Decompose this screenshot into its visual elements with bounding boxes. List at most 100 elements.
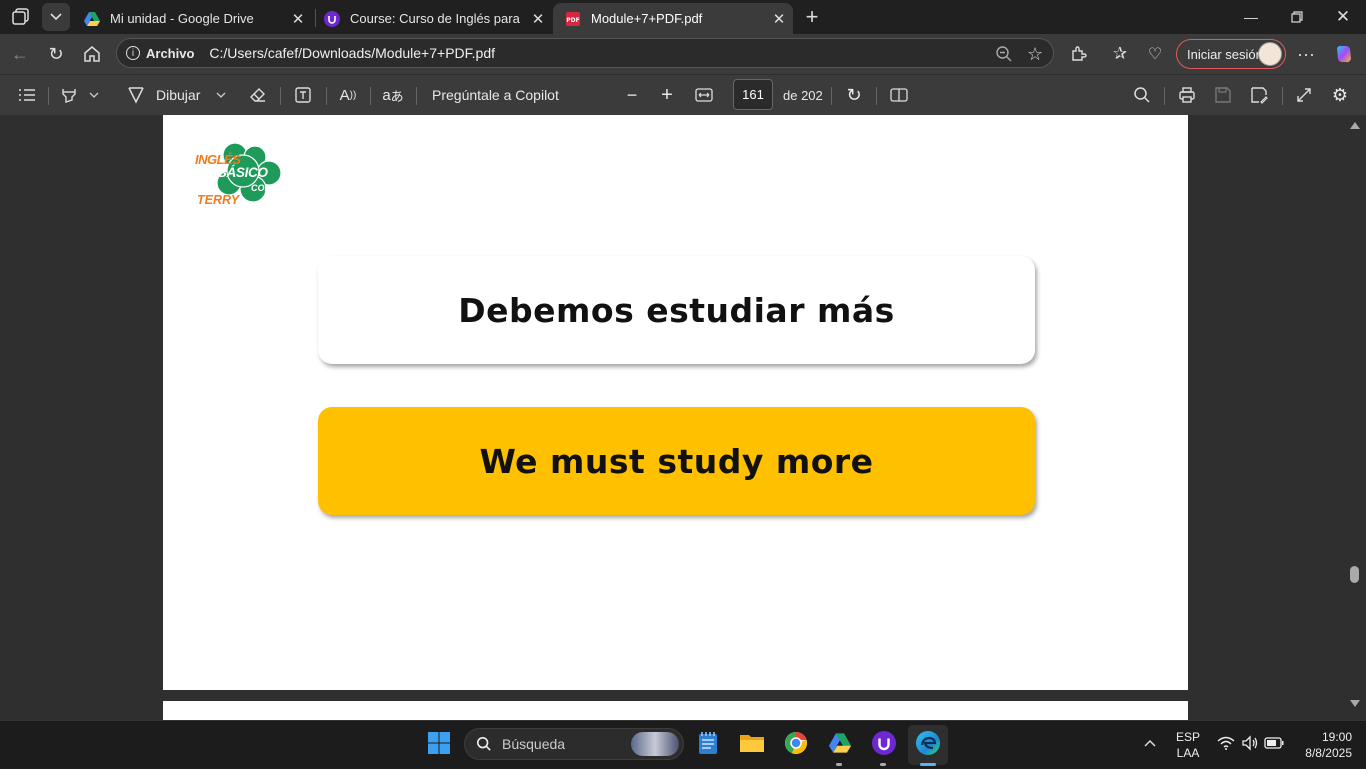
pdf-viewer[interactable]: INGLÉS BÁSICO CON TERRY Debemos estudiar… xyxy=(0,115,1366,720)
more-icon[interactable]: ··· xyxy=(1291,40,1321,68)
search-icon[interactable] xyxy=(1131,83,1153,107)
logo-word-2: BÁSICO xyxy=(217,165,268,180)
favorites-icon[interactable]: ✰ xyxy=(1105,40,1135,68)
english-phrase: We must study more xyxy=(479,441,874,481)
scroll-up-icon[interactable] xyxy=(1350,122,1360,129)
contents-list-icon[interactable] xyxy=(14,83,40,107)
tab-title: Module+7+PDF.pdf xyxy=(591,11,703,26)
address-scheme-label: Archivo xyxy=(146,45,195,61)
running-indicator xyxy=(880,763,886,766)
read-aloud-icon[interactable]: A)) xyxy=(337,83,359,107)
translate-icon[interactable]: aあ xyxy=(381,83,405,107)
search-placeholder: Búsqueda xyxy=(502,736,566,752)
english-phrase-card: We must study more xyxy=(318,407,1035,515)
draw-icon xyxy=(128,87,144,104)
chevron-down-icon[interactable] xyxy=(86,83,102,107)
udemy-icon xyxy=(324,10,340,27)
tab-actions-chevron-icon[interactable] xyxy=(42,3,70,31)
tab-title: Mi unidad - Google Drive xyxy=(110,11,254,26)
close-icon[interactable]: ✕ xyxy=(765,10,793,28)
restore-icon[interactable] xyxy=(1274,0,1320,34)
workspaces-icon[interactable] xyxy=(10,6,34,28)
tab-google-drive[interactable]: Mi unidad - Google Drive ✕ xyxy=(72,3,312,34)
show-hidden-icons-chevron[interactable] xyxy=(1136,729,1164,757)
chevron-down-icon[interactable] xyxy=(213,83,229,107)
file-explorer-icon[interactable] xyxy=(738,729,766,757)
fit-width-icon[interactable] xyxy=(693,83,715,107)
notepad-icon[interactable] xyxy=(694,729,722,757)
tab-pdf[interactable]: PDF Module+7+PDF.pdf ✕ xyxy=(553,3,793,34)
tab-strip: Mi unidad - Google Drive ✕ Course: Curso… xyxy=(0,0,1366,34)
save-as-icon[interactable] xyxy=(1248,83,1270,107)
language-code: ESP xyxy=(1175,730,1200,744)
draw-button[interactable]: Dibujar xyxy=(126,83,206,107)
window-close-icon[interactable]: ✕ xyxy=(1320,0,1366,34)
clock[interactable]: 19:00 8/8/2025 xyxy=(1294,721,1352,769)
back-icon[interactable]: ← xyxy=(5,40,35,68)
taskbar-search[interactable]: Búsqueda xyxy=(464,728,684,760)
google-chrome-icon[interactable] xyxy=(782,729,810,757)
scroll-down-icon[interactable] xyxy=(1350,700,1360,707)
pdf-toolbar: Dibujar A)) aあ Pregúntale a Copilot − + … xyxy=(0,74,1366,115)
draw-label: Dibujar xyxy=(156,87,201,103)
favorite-star-icon[interactable]: ☆ xyxy=(1027,44,1043,65)
info-icon[interactable]: i xyxy=(126,46,140,60)
google-drive-icon xyxy=(84,11,100,26)
print-icon[interactable] xyxy=(1176,83,1198,107)
ask-copilot-button[interactable]: Pregúntale a Copilot xyxy=(432,83,559,107)
svg-text:PDF: PDF xyxy=(566,17,579,24)
tab-course[interactable]: Course: Curso de Inglés para principiant… xyxy=(312,3,552,34)
new-tab-icon[interactable]: + xyxy=(800,4,824,29)
search-icon xyxy=(476,736,491,751)
clock-time: 19:00 xyxy=(1321,730,1352,744)
sign-in-button[interactable]: Iniciar sesión xyxy=(1176,39,1286,69)
spanish-phrase-card: Debemos estudiar más xyxy=(318,256,1035,364)
pdf-icon: PDF xyxy=(566,11,580,26)
page-total: de 202 xyxy=(783,83,823,107)
fullscreen-icon[interactable] xyxy=(1293,83,1315,107)
zoom-in-button[interactable]: + xyxy=(657,83,677,107)
address-url[interactable]: C:/Users/cafef/Downloads/Module+7+PDF.pd… xyxy=(209,45,495,61)
rotate-icon[interactable]: ↻ xyxy=(843,83,865,107)
save-icon[interactable] xyxy=(1212,83,1234,107)
scroll-thumb[interactable] xyxy=(1350,566,1359,583)
search-highlight-image xyxy=(631,732,679,756)
microsoft-edge-icon[interactable] xyxy=(914,729,942,757)
next-pdf-page xyxy=(163,701,1188,720)
copilot-icon[interactable] xyxy=(1329,40,1359,68)
address-bar[interactable]: i Archivo C:/Users/cafef/Downloads/Modul… xyxy=(116,38,1054,68)
add-text-icon[interactable] xyxy=(292,83,314,107)
home-icon[interactable] xyxy=(77,40,107,68)
navigation-bar: ← ↻ i Archivo C:/Users/cafef/Downloads/M… xyxy=(0,34,1366,74)
sign-in-label: Iniciar sesión xyxy=(1187,46,1263,62)
close-icon[interactable]: ✕ xyxy=(524,10,552,28)
refresh-icon[interactable]: ↻ xyxy=(41,40,71,68)
pdf-page: INGLÉS BÁSICO CON TERRY Debemos estudiar… xyxy=(163,115,1188,690)
windows-start-icon[interactable] xyxy=(425,729,453,757)
browser-essentials-icon[interactable]: ♡ xyxy=(1140,40,1170,68)
spanish-phrase: Debemos estudiar más xyxy=(458,290,895,330)
zoom-out-icon[interactable] xyxy=(995,45,1013,66)
highlight-icon[interactable] xyxy=(58,83,80,107)
tab-title: Course: Curso de Inglés para principiant… xyxy=(350,11,524,26)
clock-date: 8/8/2025 xyxy=(1305,746,1352,760)
eraser-icon[interactable] xyxy=(247,83,269,107)
current-page: 161 xyxy=(742,87,764,102)
google-drive-icon[interactable] xyxy=(826,729,854,757)
page-view-icon[interactable] xyxy=(888,83,910,107)
taskbar: Búsqueda ESP LAA 19:00 8/8/2025 xyxy=(0,720,1366,768)
logo-word-4: TERRY xyxy=(197,193,240,207)
extensions-icon[interactable] xyxy=(1064,40,1094,68)
vertical-scrollbar[interactable] xyxy=(1346,115,1366,720)
battery-icon[interactable] xyxy=(1260,729,1288,757)
udemy-icon[interactable] xyxy=(870,729,898,757)
input-language[interactable]: ESP LAA xyxy=(1172,721,1204,769)
close-icon[interactable]: ✕ xyxy=(284,10,312,28)
keyboard-layout: LAA xyxy=(1176,746,1200,760)
page-total-label: de 202 xyxy=(783,87,823,103)
page-number-input[interactable]: 161 xyxy=(733,79,773,110)
settings-gear-icon[interactable]: ⚙ xyxy=(1329,83,1351,107)
minimize-icon[interactable]: — xyxy=(1228,0,1274,34)
zoom-out-button[interactable]: − xyxy=(622,83,642,107)
avatar xyxy=(1258,42,1282,66)
